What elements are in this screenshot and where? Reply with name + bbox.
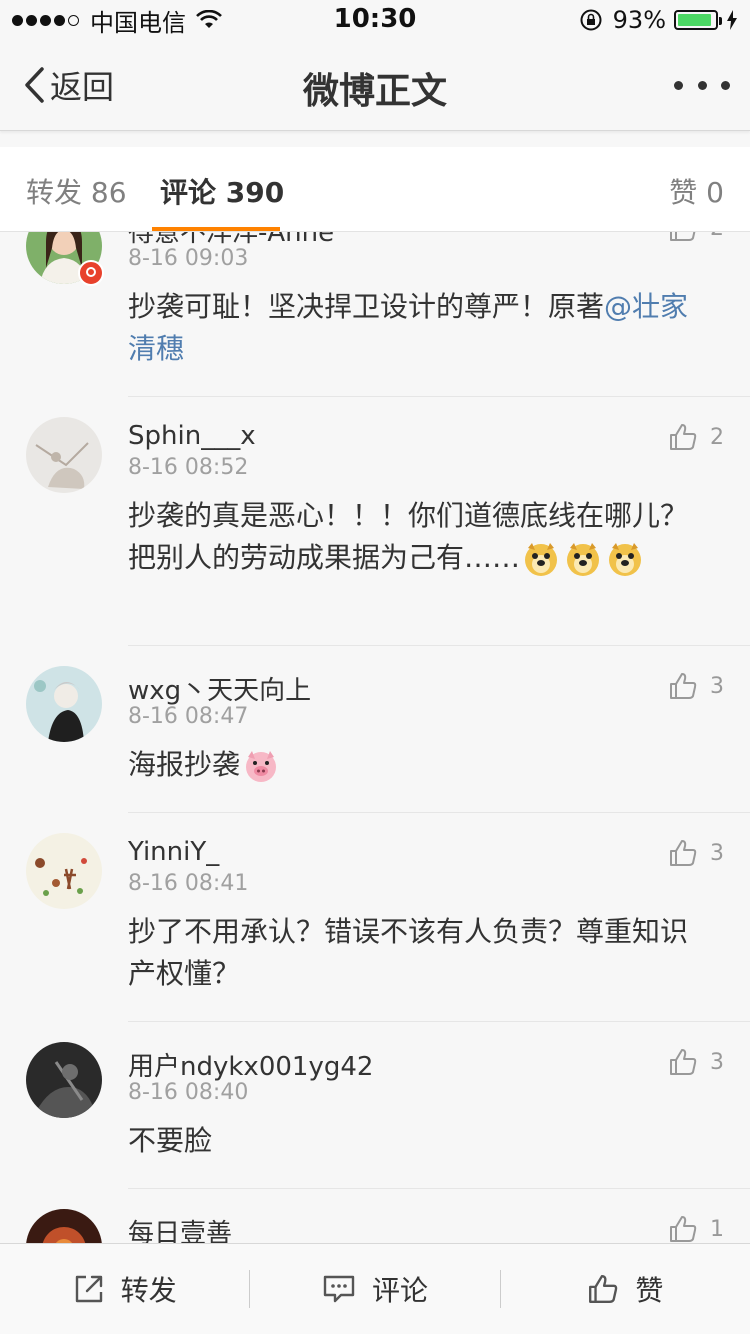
tab-comments[interactable]: 评论 390 <box>160 171 284 211</box>
comment-text: 海报抄袭 <box>128 744 708 786</box>
thumbs-up-icon <box>670 1216 697 1242</box>
comment-author[interactable]: wxg丶天天向上 <box>128 670 311 707</box>
like-count: 2 <box>710 424 724 450</box>
like-button[interactable]: 2 <box>668 232 724 248</box>
like-button[interactable]: 3 <box>668 1042 724 1082</box>
comment-body: 海报抄袭 <box>128 748 241 781</box>
comment-author[interactable]: 每日壹善 <box>128 1213 232 1244</box>
comment-item: 得意不洋洋-Anne 8-16 09:03 2 抄袭可耻！坚决捍卫设计的尊严！原… <box>0 232 750 397</box>
doge-emoji-icon <box>525 543 558 576</box>
like-post-button[interactable]: 赞 <box>501 1244 750 1334</box>
comment-item: 每日壹善 1 <box>0 1189 750 1244</box>
comment-item: YinniY_ 8-16 08:41 3 抄了不用承认？错误不该有人负责？尊重知… <box>0 813 750 1022</box>
comment-button[interactable]: 评论 <box>250 1244 499 1334</box>
comment-item: wxg丶天天向上 8-16 08:47 3 海报抄袭 <box>0 646 750 813</box>
more-options-button[interactable] <box>674 68 730 102</box>
avatar[interactable] <box>26 417 102 493</box>
repost-button[interactable]: 转发 <box>0 1244 249 1334</box>
comment-author[interactable]: YinniY_ <box>128 837 219 867</box>
comment-author[interactable]: 用户ndykx001yg42 <box>128 1046 373 1083</box>
comment-text: 抄袭可耻！坚决捍卫设计的尊严！原著@壮家清穗 <box>128 286 708 370</box>
comment-body: 抄袭可耻！坚决捍卫设计的尊严！原著 <box>128 290 605 323</box>
comment-time: 8-16 08:40 <box>128 1080 249 1105</box>
comment-time: 8-16 08:47 <box>128 704 249 729</box>
share-icon <box>75 1275 102 1303</box>
comment-label: 评论 <box>371 1274 428 1307</box>
like-count: 2 <box>710 232 724 241</box>
thumbs-up-icon <box>589 1275 618 1303</box>
like-count: 3 <box>710 1049 724 1075</box>
nav-bar: 返回 微博正文 <box>0 40 750 131</box>
comment-list[interactable]: 得意不洋洋-Anne 8-16 09:03 2 抄袭可耻！坚决捍卫设计的尊严！原… <box>0 232 750 1244</box>
comment-author[interactable]: Sphin___x <box>128 421 256 451</box>
status-bar: 中国电信 10:30 93% <box>0 0 750 40</box>
comment-time: 8-16 08:52 <box>128 455 249 480</box>
like-count: 1 <box>710 1216 724 1242</box>
avatar[interactable] <box>26 833 102 909</box>
comment-item: Sphin___x 8-16 08:52 2 抄袭的真是恶心！！！你们道德底线在… <box>0 397 750 646</box>
verified-badge-icon <box>78 260 104 286</box>
comment-text: 不要脸 <box>128 1124 213 1157</box>
comment-text: 抄袭的真是恶心！！！你们道德底线在哪儿？把别人的劳动成果据为己有…… <box>128 495 708 579</box>
like-count: 3 <box>710 840 724 866</box>
repost-label: 转发 <box>120 1274 177 1307</box>
comment-body: 抄袭的真是恶心！！！你们道德底线在哪儿？把别人的劳动成果据为己有…… <box>128 499 689 574</box>
comment-bubble-icon <box>323 1275 355 1303</box>
like-button[interactable]: 1 <box>668 1209 724 1244</box>
battery-percent: 93% <box>612 6 666 34</box>
like-button[interactable]: 2 <box>668 417 724 457</box>
more-dot-icon <box>674 80 683 90</box>
doge-emoji-icon <box>609 543 642 576</box>
comment-item: 用户ndykx001yg42 8-16 08:40 3 不要脸 <box>0 1022 750 1189</box>
tab-reposts[interactable]: 转发 86 <box>26 171 127 211</box>
status-right: 93% <box>579 6 738 34</box>
bottom-toolbar: 转发 评论 赞 <box>0 1243 750 1334</box>
like-button[interactable]: 3 <box>668 833 724 873</box>
thumbs-up-icon <box>670 424 697 450</box>
more-dot-icon <box>697 80 707 90</box>
tab-bar: 转发 86 评论 390 赞 0 <box>0 147 750 232</box>
thumbs-up-icon <box>670 232 696 241</box>
like-button[interactable]: 3 <box>668 666 724 706</box>
pig-emoji-icon <box>246 751 277 782</box>
active-tab-indicator <box>152 227 280 231</box>
more-dot-icon <box>721 80 730 90</box>
tab-likes[interactable]: 赞 0 <box>669 171 724 211</box>
avatar[interactable] <box>26 1042 102 1118</box>
thumbs-up-icon <box>670 840 697 866</box>
comment-time: 8-16 08:41 <box>128 871 249 896</box>
like-label: 赞 <box>635 1274 664 1307</box>
comment-text: 抄了不用承认？错误不该有人负责？尊重知识产权懂？ <box>128 915 689 990</box>
charging-icon <box>727 10 737 30</box>
battery-icon <box>674 10 722 30</box>
thumbs-up-icon <box>670 673 697 699</box>
orientation-lock-icon <box>580 9 602 31</box>
thumbs-up-icon <box>670 1049 697 1075</box>
chevron-left-icon <box>25 67 44 103</box>
avatar[interactable] <box>26 666 102 742</box>
back-button[interactable]: 返回 <box>22 64 114 106</box>
doge-emoji-icon <box>567 543 600 576</box>
like-count: 3 <box>710 673 724 699</box>
comment-time: 8-16 09:03 <box>128 246 249 271</box>
back-label: 返回 <box>50 68 115 106</box>
